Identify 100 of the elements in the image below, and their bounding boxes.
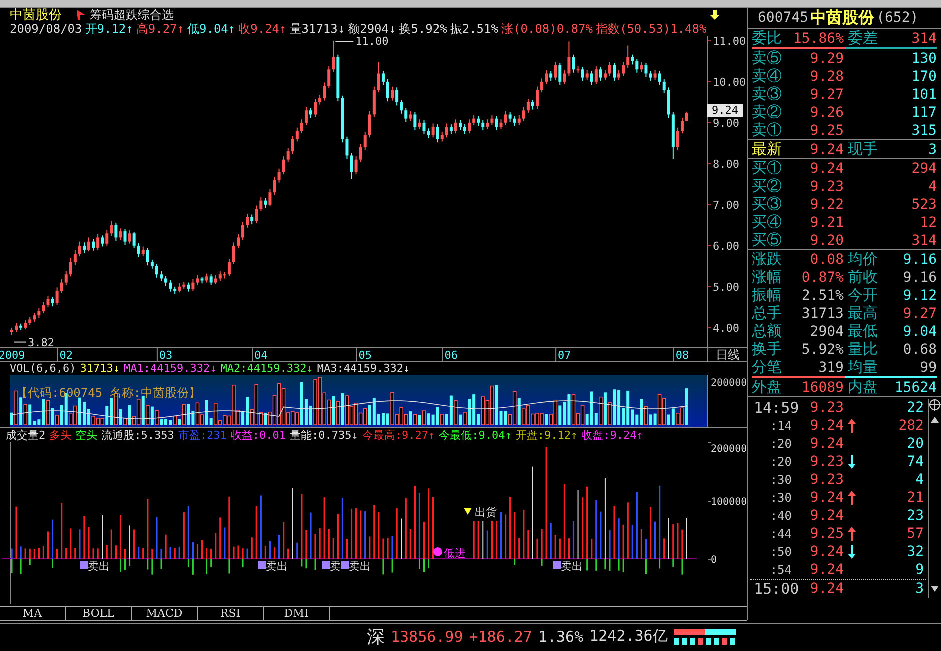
quote-value: 振2.51% bbox=[450, 20, 498, 38]
field-label: 均价 bbox=[847, 250, 879, 269]
date-axis-label: 03 bbox=[159, 349, 173, 362]
signal-label: 卖 bbox=[330, 560, 341, 573]
price-axis-label: 10.00 bbox=[713, 76, 746, 89]
field-value: 9.27 bbox=[902, 306, 937, 322]
quote-value: 涨(0.08)0.87% bbox=[501, 20, 593, 38]
field-label: 买③ bbox=[752, 195, 783, 214]
field-value: 15624 bbox=[894, 380, 937, 396]
field-value: 0.68 bbox=[902, 342, 937, 358]
price-value: 9.20 bbox=[809, 232, 844, 248]
price-value: 9.29 bbox=[809, 50, 844, 66]
market-label: 深 bbox=[367, 626, 385, 648]
field-value: 319 bbox=[818, 360, 844, 376]
indicator-value: MA1:44159.332↓ bbox=[124, 362, 217, 375]
quote-value: 收9.24↑ bbox=[238, 20, 287, 38]
stock-name: 中茵股份 bbox=[810, 8, 875, 28]
tick-volume: 20 bbox=[906, 436, 924, 452]
price-value: 9.25 bbox=[809, 122, 844, 138]
tick-volume: 282 bbox=[898, 418, 924, 434]
index-percent: 1.36% bbox=[538, 628, 584, 646]
field-value: 99 bbox=[919, 360, 937, 376]
field-label: 总手 bbox=[752, 304, 783, 323]
volume-value: 315 bbox=[910, 122, 937, 138]
tick-price: 9.24 bbox=[809, 544, 845, 560]
stock-name: 中茵股份 bbox=[10, 7, 62, 24]
field-label: 卖① bbox=[752, 121, 783, 140]
turnover-amount: 1242.36亿 bbox=[590, 627, 668, 646]
quote-date: 2009/08/03 bbox=[10, 22, 82, 36]
indicator-value: 今最高:9.27↑ bbox=[362, 428, 436, 442]
field-label: 现手 bbox=[847, 140, 879, 159]
tick-volume: 3 bbox=[914, 581, 924, 597]
price-value: 9.22 bbox=[809, 196, 844, 212]
sell-signal-marker bbox=[80, 561, 88, 569]
date-axis-label: 04 bbox=[254, 349, 268, 362]
price-axis-label: 8.00 bbox=[713, 158, 740, 171]
stock-code: 600745 bbox=[758, 10, 809, 26]
field-label: 最高 bbox=[847, 304, 879, 323]
volume-value: 523 bbox=[910, 196, 937, 212]
scrollbar[interactable] bbox=[928, 399, 941, 598]
field-label: 卖③ bbox=[752, 85, 783, 104]
tick-volume: 57 bbox=[906, 526, 924, 542]
quote-value: 指数(50.53)1.48% bbox=[596, 20, 707, 38]
indicator-value: MA3:44159.332↓ bbox=[317, 362, 410, 375]
indicator-axis-label: 200000 bbox=[711, 444, 748, 455]
price-axis-label: 11.00 bbox=[713, 36, 746, 48]
field-label: 涨幅 bbox=[752, 268, 783, 287]
volume-value: 4 bbox=[928, 178, 937, 194]
field-value: 9.16 bbox=[902, 270, 937, 286]
field-label: 买④ bbox=[752, 213, 783, 232]
date-axis-label: 05 bbox=[358, 349, 372, 362]
tick-time: :30 bbox=[769, 491, 793, 505]
tick-price: 9.24 bbox=[809, 490, 845, 506]
indicator-value: 流通股:5.353 bbox=[102, 428, 174, 442]
field-value: 9.16 bbox=[902, 252, 937, 268]
indicator-value: 空头 bbox=[76, 428, 98, 442]
tick-volume: 23 bbox=[906, 508, 924, 524]
field-label: 换手 bbox=[752, 340, 783, 359]
download-arrow-icon[interactable] bbox=[709, 9, 721, 21]
price-value: 9.26 bbox=[809, 104, 844, 120]
tick-volume: 74 bbox=[906, 454, 924, 470]
scroll-down-icon[interactable] bbox=[931, 586, 939, 592]
volume-value: 170 bbox=[910, 68, 937, 84]
signal-label: 出货 bbox=[475, 506, 497, 519]
field-label: 量比 bbox=[847, 340, 879, 359]
indicator-value: 收盘:9.24↑ bbox=[582, 428, 644, 442]
tick-time: :50 bbox=[769, 545, 793, 559]
tick-time: :30 bbox=[769, 473, 793, 487]
indicator-value: 量能:0.735↓ bbox=[290, 428, 358, 442]
tick-volume: 22 bbox=[906, 400, 924, 416]
volume-value: 101 bbox=[910, 86, 937, 102]
tick-price: 9.24 bbox=[809, 581, 845, 597]
period-label[interactable]: 日线 bbox=[716, 348, 740, 362]
last-price-tag: 9.24 bbox=[707, 104, 743, 118]
quote-value: 低9.04↑ bbox=[188, 20, 236, 38]
tick-time: :54 bbox=[769, 563, 793, 577]
price-axis-label: 5.00 bbox=[713, 280, 740, 294]
formula-name: 筹码超跌综合选 bbox=[90, 6, 174, 22]
tick-volume: 9 bbox=[914, 562, 924, 578]
price-value: 9.23 bbox=[809, 178, 844, 194]
quote-value: 高9.27↑ bbox=[136, 21, 184, 38]
indicator-value: 31713↓ bbox=[80, 362, 120, 375]
field-value: 16089 bbox=[800, 380, 844, 396]
scroll-up-icon[interactable] bbox=[931, 417, 939, 423]
tick-time: 14:59 bbox=[754, 399, 798, 417]
sell-signal-marker bbox=[341, 561, 349, 569]
price-value: 9.27 bbox=[809, 86, 844, 102]
indicator-value: MA2:44159.332↓ bbox=[220, 362, 314, 375]
date-axis-label: 08 bbox=[676, 349, 690, 362]
crosshair-icon[interactable] bbox=[929, 399, 941, 412]
quote-value: 额2904↓ bbox=[348, 20, 396, 36]
price-value: 9.24 bbox=[809, 160, 844, 176]
tick-price: 9.24 bbox=[809, 562, 845, 578]
price-axis-label: 6.00 bbox=[713, 240, 740, 253]
index-value: 13856.99 bbox=[391, 628, 464, 646]
field-label: 最低 bbox=[847, 322, 879, 341]
volume-value: 314 bbox=[910, 232, 937, 248]
field-value: 31713 bbox=[800, 306, 844, 322]
field-label: 最新 bbox=[752, 140, 783, 159]
price-value: 9.28 bbox=[809, 68, 844, 84]
